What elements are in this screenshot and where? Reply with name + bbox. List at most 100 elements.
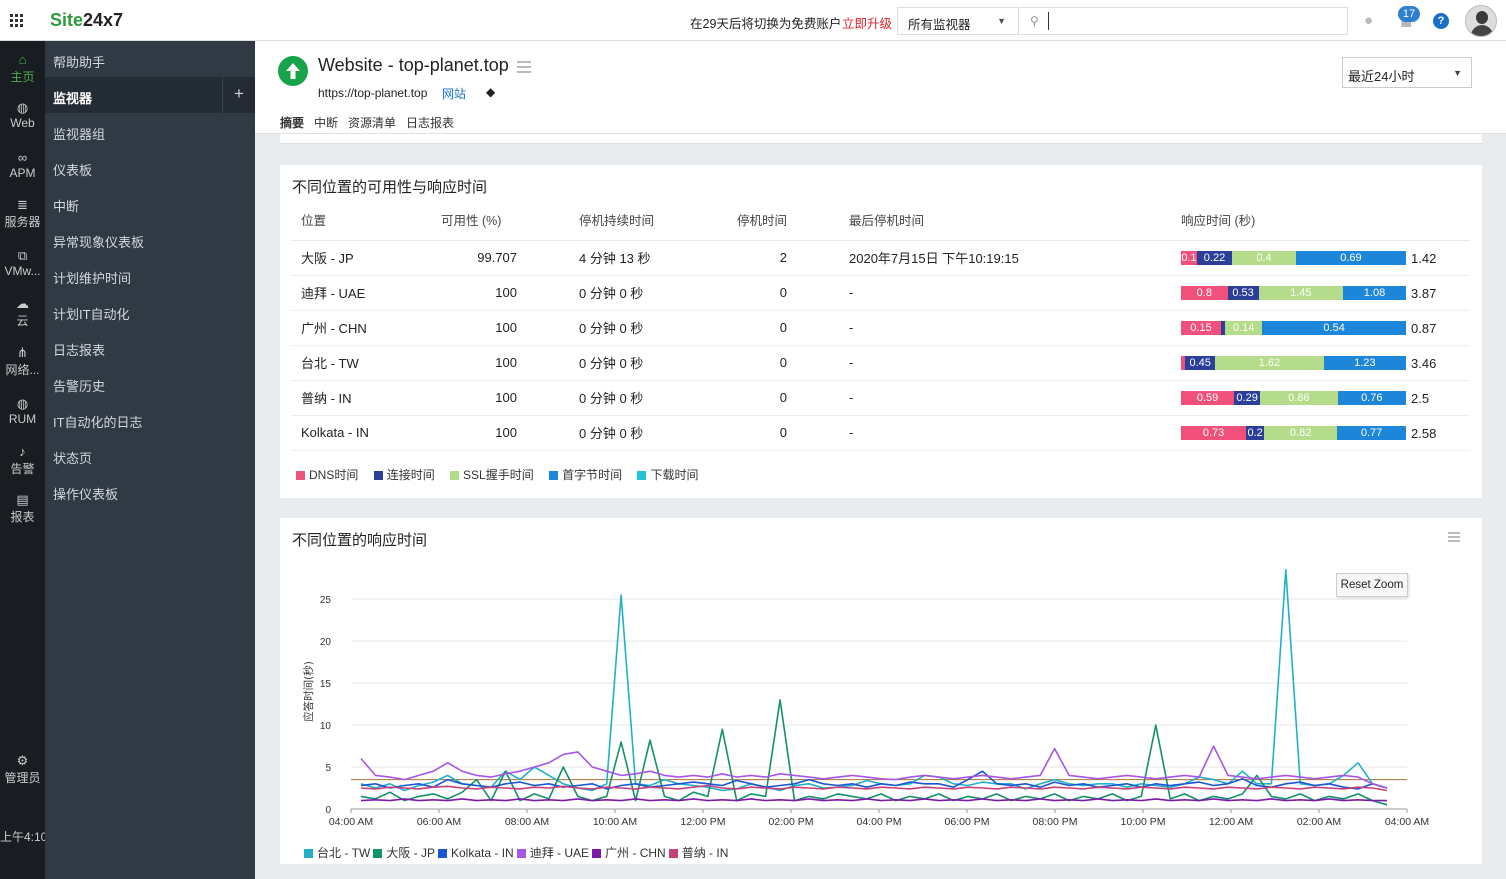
tab-summary[interactable]: 摘要 — [280, 114, 305, 136]
legend-item[interactable]: 台北 - TW — [304, 844, 370, 861]
sidebar-item-monitor-groups[interactable]: 监视器组 — [45, 113, 255, 149]
table-row[interactable]: 普纳 - IN 100 0 分钟 0 秒 0-0.59 0.29 0.86 0.76 2.5 — [291, 380, 1470, 416]
search-input[interactable] — [1048, 12, 1338, 30]
legend-item[interactable]: 广州 - CHN — [592, 844, 666, 861]
sidebar-item-alert-history[interactable]: 告警历史 — [45, 365, 255, 401]
rail-web[interactable]: ◍ Web — [0, 101, 45, 131]
content-strip — [280, 134, 1482, 144]
table-row[interactable]: 广州 - CHN 100 0 分钟 0 秒 0-0.15 0.14 0.54 0.87 — [291, 310, 1470, 346]
legend-item[interactable]: 大阪 - JP — [373, 844, 435, 861]
site24x7-logo[interactable]: Site24x7 — [50, 10, 123, 31]
rail-network[interactable]: ⋔ 网络... — [0, 346, 45, 378]
menu-icon[interactable] — [517, 61, 531, 76]
legend-ssl[interactable]: SSL握手时间 — [450, 466, 534, 483]
legend-item[interactable]: Kolkata - IN — [438, 846, 514, 860]
rail-rum[interactable]: ◍ RUM — [0, 397, 45, 427]
sidebar-item-anomaly-dashboard[interactable]: 异常现象仪表板 — [45, 221, 255, 257]
response-time-chart[interactable]: 0 5 10 15 20 25 应答时间(秒) 04:00 AM 06:00 AM 08:00 A… — [280, 518, 1482, 864]
table-row[interactable]: 大阪 - JP 99.707 4 分钟 13 秒 2 2020年7月15日 下午10:1… — [291, 240, 1470, 276]
tab-outages[interactable]: 中断 — [314, 114, 338, 131]
reset-zoom-button[interactable]: Reset Zoom — [1336, 573, 1408, 597]
app-grid-icon[interactable] — [10, 14, 24, 28]
user-avatar[interactable] — [1465, 5, 1497, 37]
response-segment: 1.08 — [1343, 286, 1406, 301]
legend-dns[interactable]: DNS时间 — [296, 466, 358, 483]
add-monitor-icon[interactable]: + — [222, 77, 255, 113]
monitor-filter-select[interactable]: 所有监视器 ▼ — [897, 7, 1019, 35]
cell-last-down: - — [839, 380, 1171, 416]
response-segment: 0.76 — [1337, 391, 1406, 406]
legend-label: 普纳 - IN — [681, 846, 729, 860]
response-total: 3.46 — [1411, 355, 1437, 371]
search-box[interactable]: ⚲ — [1020, 7, 1348, 35]
series-line-4[interactable] — [360, 798, 1387, 802]
cell-response-time: 0.8 0.53 1.45 1.08 3.87 — [1171, 275, 1470, 311]
sidebar-item-automation-logs[interactable]: IT自动化的日志 — [45, 401, 255, 437]
cell-location: 普纳 - IN — [291, 380, 431, 416]
legend-item[interactable]: 迪拜 - UAE — [516, 844, 589, 861]
legend-download[interactable]: 下载时间 — [637, 466, 698, 483]
rail-vmware[interactable]: ⧉ VMw... — [0, 248, 45, 279]
response-time-bar[interactable]: 0.15 0.14 0.54 — [1181, 321, 1406, 336]
response-time-bar[interactable]: 0.73 0.2 0.82 0.77 — [1181, 426, 1406, 441]
sidebar-item-log-reports[interactable]: 日志报表 — [45, 329, 255, 365]
rail-home[interactable]: ⌂ 主页 — [0, 53, 45, 85]
help-icon[interactable]: ? — [1433, 13, 1449, 29]
tab-log-reports[interactable]: 日志报表 — [406, 114, 454, 131]
period-select[interactable]: 最近24小时 ▼ — [1342, 57, 1472, 88]
rail-alarms[interactable]: ♪ 告警 — [0, 445, 45, 477]
tab-inventory[interactable]: 资源清单 — [348, 114, 396, 131]
sidebar-item-operations-dashboard[interactable]: 操作仪表板 — [45, 473, 255, 509]
cell-downs: 0 — [727, 380, 839, 416]
x-tick-label: 02:00 PM — [769, 816, 814, 828]
rail-apm[interactable]: ∞ APM — [0, 151, 45, 181]
response-segment: 1.23 — [1323, 356, 1406, 371]
sidebar-item-status-pages[interactable]: 状态页 — [45, 437, 255, 473]
tag-icon[interactable]: ◆ — [486, 85, 495, 99]
table-row[interactable]: 台北 - TW 100 0 分钟 0 秒 0-0.45 1.62 1.23 3.46 — [291, 345, 1470, 381]
y-tick-label: 20 — [320, 637, 332, 648]
rail-cloud[interactable]: ☁ 云 — [0, 297, 45, 329]
sidebar-item-it-automation[interactable]: 计划IT自动化 — [45, 293, 255, 329]
rail-reports[interactable]: ▤ 报表 — [0, 493, 45, 525]
col-downtime-duration: 停机持续时间 — [569, 200, 727, 241]
upgrade-link[interactable]: 立即升级 — [842, 13, 892, 32]
clock-time: 上午4:10 — [0, 830, 45, 844]
cell-availability: 100 — [431, 345, 569, 381]
legend-connect[interactable]: 连接时间 — [373, 466, 435, 483]
col-location: 位置 — [291, 200, 431, 241]
legend-first-byte[interactable]: 首字节时间 — [549, 466, 622, 483]
vm-icon: ⧉ — [17, 248, 28, 263]
legend-item[interactable]: 普纳 - IN — [668, 844, 729, 861]
sidebar-item-outages[interactable]: 中断 — [45, 185, 255, 221]
response-time-bar[interactable]: 0.1 0.22 0.4 0.69 — [1181, 251, 1406, 266]
legend-swatch — [438, 849, 447, 859]
x-tick-label: 10:00 PM — [1121, 816, 1166, 828]
cell-downs: 0 — [727, 415, 839, 451]
rail-server[interactable]: ≣ 服务器 — [0, 198, 45, 230]
y-tick-label: 15 — [320, 679, 332, 690]
sidebar-item-help-assistant[interactable]: 帮助助手 — [45, 41, 255, 77]
gear-icon: ⚙ — [16, 753, 29, 768]
response-time-bar[interactable]: 0.59 0.29 0.86 0.76 — [1181, 391, 1406, 406]
sidebar-item-maintenance[interactable]: 计划维护时间 — [45, 257, 255, 293]
table-row[interactable]: 迪拜 - UAE 100 0 分钟 0 秒 0-0.8 0.53 1.45 1.08 3.87 — [291, 275, 1470, 311]
monitor-type-link[interactable]: 网站 — [442, 85, 466, 102]
sidebar-item-monitors[interactable]: 监视器 + — [45, 77, 255, 113]
cell-downs: 2 — [727, 240, 839, 276]
response-time-bar[interactable]: 0.8 0.53 1.45 1.08 — [1181, 286, 1406, 301]
notification-badge[interactable]: 17 — [1398, 6, 1420, 22]
cell-downs: 0 — [727, 345, 839, 381]
response-segment: 0.77 — [1337, 426, 1406, 441]
response-time-bar[interactable]: 0.45 1.62 1.23 — [1181, 356, 1406, 371]
col-downs: 停机时间 — [727, 200, 839, 241]
cell-downtime-duration: 0 分钟 0 秒 — [569, 310, 727, 346]
table-row[interactable]: Kolkata - IN 100 0 分钟 0 秒 0-0.73 0.2 0.82 0.77… — [291, 415, 1470, 451]
rail-admin[interactable]: ⚙ 管理员 — [0, 754, 45, 786]
chat-icon[interactable]: ● — [1364, 12, 1373, 29]
legend-swatch — [304, 849, 313, 859]
cell-downtime-duration: 4 分钟 13 秒 — [569, 240, 727, 276]
home-icon: ⌂ — [18, 52, 27, 67]
sidebar-item-dashboards[interactable]: 仪表板 — [45, 149, 255, 185]
series-line-0[interactable] — [360, 568, 1388, 792]
